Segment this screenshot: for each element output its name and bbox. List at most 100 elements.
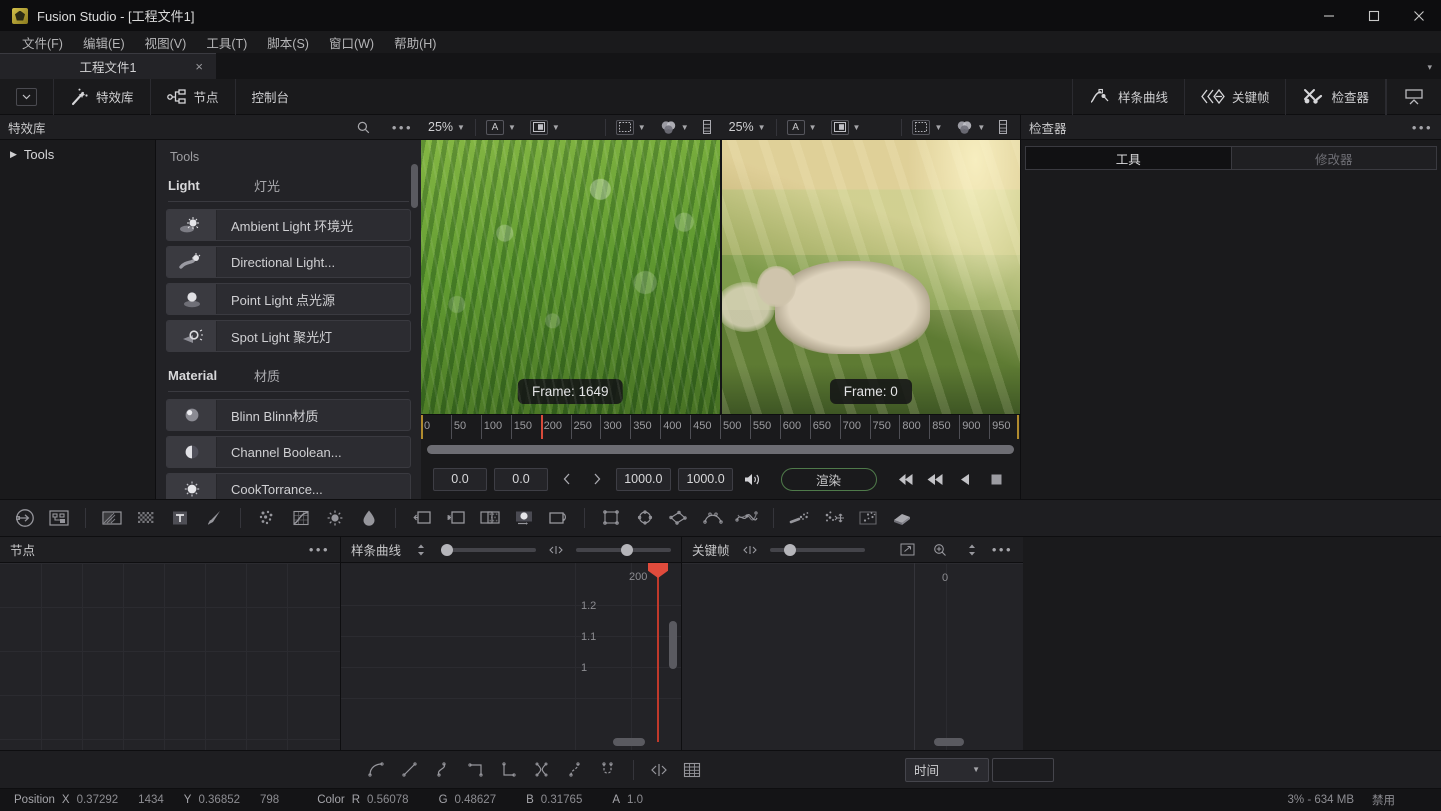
slider-knob[interactable]	[784, 544, 796, 556]
paint-brush-icon[interactable]	[199, 504, 229, 532]
out-point-field[interactable]: 1000.0	[616, 468, 671, 491]
viewer-left-roi[interactable]: ▼	[609, 115, 653, 140]
collapse-panel-button[interactable]	[1386, 79, 1441, 115]
sort-updown-icon[interactable]	[409, 539, 433, 561]
viewer-left[interactable]: Frame: 1649	[421, 140, 720, 414]
particle-render-icon[interactable]	[853, 504, 883, 532]
node-editor-canvas[interactable]	[0, 563, 340, 750]
skip-to-start-button[interactable]	[894, 467, 917, 491]
chevron-left-icon[interactable]	[555, 467, 578, 491]
paint-mask-icon[interactable]	[732, 504, 762, 532]
tree-item-tools[interactable]: ▶ Tools	[0, 144, 155, 165]
loader-icon[interactable]	[10, 504, 40, 532]
layout-dropdown[interactable]	[0, 79, 54, 115]
list-item[interactable]: Blinn Blinn材质	[166, 399, 411, 431]
viewer-right-roi[interactable]: ▼	[905, 115, 949, 140]
keyframes-button[interactable]: 关键帧	[1185, 79, 1287, 115]
range-end-marker[interactable]	[1017, 415, 1019, 439]
particle-directional-force-icon[interactable]	[819, 504, 849, 532]
mask-paint-icon[interactable]	[509, 504, 539, 532]
menu-window[interactable]: 窗口(W)	[319, 31, 384, 54]
tab-tools[interactable]: 工具	[1025, 146, 1232, 170]
expand-lr-icon[interactable]	[738, 539, 762, 561]
timeline-playhead[interactable]	[541, 415, 543, 439]
effects-library-button[interactable]: 特效库	[54, 79, 151, 115]
merge-icon[interactable]	[407, 504, 437, 532]
ellipse-mask-icon[interactable]	[630, 504, 660, 532]
ease-curve-icon[interactable]	[428, 756, 458, 784]
viewer-left-color[interactable]: ▼	[653, 115, 696, 140]
node-group-icon[interactable]	[44, 504, 74, 532]
minimize-button[interactable]	[1306, 0, 1351, 31]
timeline-horizontal-scrollbar[interactable]	[427, 445, 1014, 454]
spline-zoom-slider[interactable]	[441, 548, 536, 552]
spline-value-field[interactable]	[992, 758, 1054, 782]
chevron-down-icon[interactable]: ▾	[1427, 62, 1432, 73]
more-options-icon[interactable]: •••	[392, 120, 413, 135]
sort-updown-icon[interactable]	[960, 539, 984, 561]
render-button[interactable]: 渲染	[781, 468, 877, 491]
particles-icon[interactable]	[252, 504, 282, 532]
menu-file[interactable]: 文件(F)	[12, 31, 73, 54]
viewer-right-color[interactable]: ▼	[949, 115, 992, 140]
color-curves-icon[interactable]	[286, 504, 316, 532]
chevron-right-icon[interactable]	[585, 467, 608, 491]
bspline-mask-icon[interactable]	[698, 504, 728, 532]
checker-pattern-icon[interactable]	[131, 504, 161, 532]
list-item[interactable]: Channel Boolean...	[166, 436, 411, 468]
keyframe-horizontal-scrollbar[interactable]	[934, 738, 964, 746]
keyframe-editor-canvas[interactable]: 0	[682, 563, 1023, 750]
close-icon[interactable]: ×	[195, 59, 203, 74]
viewer-left-buffer[interactable]: A ▼	[479, 115, 523, 140]
step-in-icon[interactable]	[461, 756, 491, 784]
step-out-icon[interactable]	[494, 756, 524, 784]
blur-drop-icon[interactable]	[354, 504, 384, 532]
play-backward-button[interactable]	[954, 467, 977, 491]
spline-vertical-scrollbar[interactable]	[669, 621, 677, 669]
stop-button[interactable]	[985, 467, 1008, 491]
menu-edit[interactable]: 编辑(E)	[73, 31, 135, 54]
rectangle-mask-icon[interactable]	[596, 504, 626, 532]
smooth-curve-icon[interactable]	[362, 756, 392, 784]
menu-script[interactable]: 脚本(S)	[257, 31, 319, 54]
search-icon[interactable]	[357, 121, 370, 134]
effects-list-scrollbar[interactable]	[411, 164, 418, 208]
resize-icon[interactable]	[543, 504, 573, 532]
nodes-button[interactable]: 节点	[151, 79, 236, 115]
menu-tools[interactable]: 工具(T)	[196, 31, 257, 54]
timeline-ruler[interactable]: 0501001502002503003504004505005506006507…	[421, 414, 1020, 439]
spline-playhead-handle[interactable]	[648, 563, 668, 578]
tab-modifiers[interactable]: 修改器	[1232, 146, 1438, 170]
polygon-mask-icon[interactable]	[664, 504, 694, 532]
particle-emitter-icon[interactable]	[785, 504, 815, 532]
more-options-icon[interactable]: •••	[1412, 120, 1433, 135]
more-options-icon[interactable]: •••	[992, 542, 1013, 557]
viewer-right-buffer[interactable]: A ▼	[780, 115, 824, 140]
threed-shape-icon[interactable]	[887, 504, 917, 532]
loop-curve-icon[interactable]	[593, 756, 623, 784]
expand-lr-icon[interactable]	[544, 539, 568, 561]
inspector-button[interactable]: 检查器	[1286, 79, 1386, 115]
fit-to-window-icon[interactable]	[896, 539, 920, 561]
background-gradient-icon[interactable]	[97, 504, 127, 532]
cross-curve-icon[interactable]	[527, 756, 557, 784]
console-button[interactable]: 控制台	[236, 79, 306, 115]
in-point-field[interactable]: 0.0	[433, 468, 487, 491]
keyframe-zoom-slider[interactable]	[770, 548, 865, 552]
dissolve-icon[interactable]	[475, 504, 505, 532]
transform-icon[interactable]	[441, 504, 471, 532]
duration-field[interactable]: 1000.0	[678, 468, 733, 491]
effects-item-list[interactable]: Tools Light 灯光 Ambient Light 环境光	[156, 140, 421, 499]
list-item[interactable]: Directional Light...	[166, 246, 411, 278]
viewer-right-grid[interactable]	[992, 115, 1014, 140]
range-start-marker[interactable]	[421, 415, 423, 439]
close-button[interactable]	[1396, 0, 1441, 31]
viewer-left-split[interactable]: ▼	[523, 115, 567, 140]
project-tab[interactable]: 工程文件1 ×	[0, 53, 216, 79]
list-item[interactable]: Spot Light 聚光灯	[166, 320, 411, 352]
spline-editor-canvas[interactable]: 1.2 1.1 1 200	[341, 563, 681, 750]
menu-help[interactable]: 帮助(H)	[384, 31, 446, 54]
linear-curve-icon[interactable]	[395, 756, 425, 784]
spline-playhead[interactable]	[657, 563, 659, 742]
viewer-left-grid[interactable]	[696, 115, 718, 140]
